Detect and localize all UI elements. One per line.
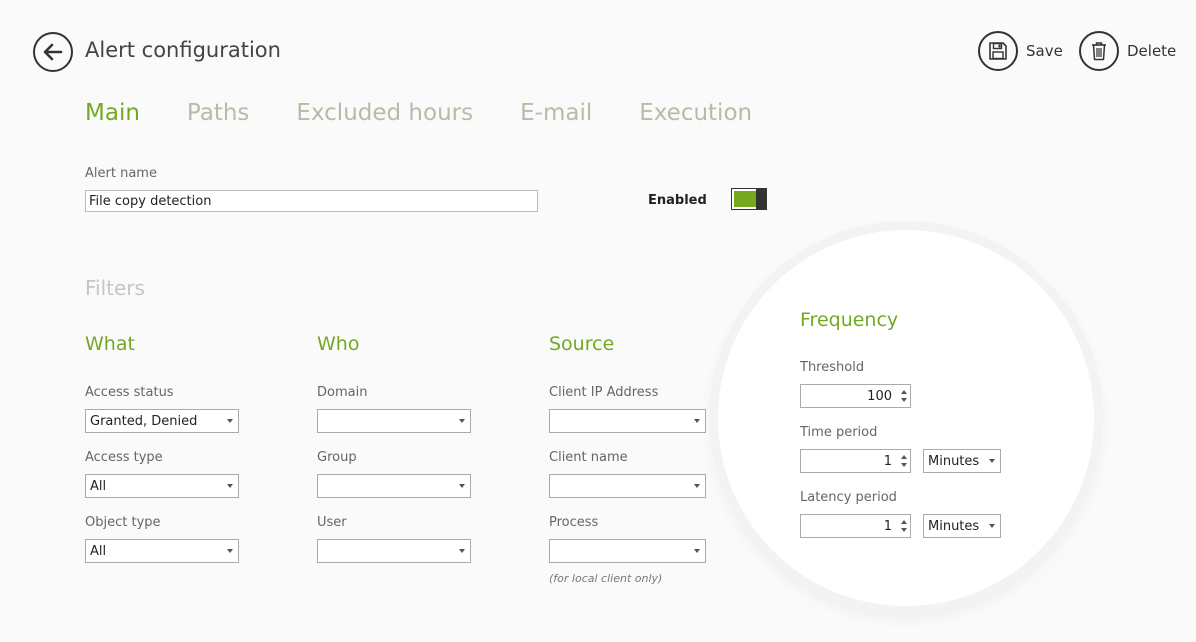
latency-period-unit-value: Minutes	[928, 519, 980, 534]
chevron-down-icon	[459, 484, 465, 488]
save-button[interactable]: Save	[978, 31, 1063, 71]
client-ip-label: Client IP Address	[549, 385, 659, 400]
toggle-fill	[734, 191, 756, 207]
latency-period-stepper[interactable]: 1	[800, 514, 911, 538]
process-label: Process	[549, 515, 599, 530]
filters-heading: Filters	[85, 276, 145, 300]
time-period-unit-value: Minutes	[928, 454, 980, 469]
latency-period-unit-dropdown[interactable]: Minutes	[923, 514, 1001, 538]
save-label: Save	[1026, 42, 1063, 60]
user-label: User	[317, 515, 347, 530]
domain-label: Domain	[317, 385, 368, 400]
time-period-label: Time period	[800, 425, 878, 440]
tab-bar: Main Paths Excluded hours E-mail Executi…	[85, 100, 799, 126]
enabled-toggle[interactable]	[731, 188, 767, 210]
time-period-stepper[interactable]: 1	[800, 449, 911, 473]
delete-label: Delete	[1127, 42, 1177, 60]
who-heading: Who	[317, 333, 360, 355]
toggle-knob	[756, 189, 766, 209]
enabled-label: Enabled	[648, 193, 707, 208]
back-button[interactable]	[33, 32, 73, 72]
spin-up-icon[interactable]	[901, 455, 907, 459]
latency-period-value: 1	[883, 519, 892, 534]
tab-execution[interactable]: Execution	[639, 100, 752, 126]
client-name-dropdown[interactable]	[549, 474, 706, 498]
spin-down-icon[interactable]	[901, 398, 907, 402]
process-dropdown[interactable]	[549, 539, 706, 563]
time-period-unit-dropdown[interactable]: Minutes	[923, 449, 1001, 473]
time-period-value: 1	[883, 454, 892, 469]
chevron-down-icon	[989, 524, 995, 528]
chevron-down-icon	[227, 484, 233, 488]
spin-down-icon[interactable]	[901, 463, 907, 467]
domain-dropdown[interactable]	[317, 409, 471, 433]
process-note: (for local client only)	[549, 572, 663, 585]
tab-paths[interactable]: Paths	[187, 100, 250, 126]
access-status-value: Granted, Denied	[90, 414, 198, 429]
what-heading: What	[85, 333, 135, 355]
object-type-dropdown[interactable]: All	[85, 539, 239, 563]
save-icon	[978, 31, 1018, 71]
group-dropdown[interactable]	[317, 474, 471, 498]
chevron-down-icon	[459, 549, 465, 553]
latency-period-label: Latency period	[800, 490, 897, 505]
client-ip-dropdown[interactable]	[549, 409, 706, 433]
user-dropdown[interactable]	[317, 539, 471, 563]
chevron-down-icon	[694, 549, 700, 553]
threshold-label: Threshold	[800, 360, 865, 375]
chevron-down-icon	[227, 419, 233, 423]
frequency-panel	[718, 230, 1094, 606]
group-label: Group	[317, 450, 357, 465]
chevron-down-icon	[227, 549, 233, 553]
access-status-label: Access status	[85, 385, 174, 400]
alert-name-label: Alert name	[85, 166, 157, 181]
tab-email[interactable]: E-mail	[520, 100, 592, 126]
access-type-dropdown[interactable]: All	[85, 474, 239, 498]
alert-name-input[interactable]: File copy detection	[85, 190, 538, 212]
access-status-dropdown[interactable]: Granted, Denied	[85, 409, 239, 433]
client-name-label: Client name	[549, 450, 628, 465]
tab-excluded-hours[interactable]: Excluded hours	[296, 100, 473, 126]
frequency-heading: Frequency	[800, 309, 899, 331]
tab-main[interactable]: Main	[85, 100, 140, 126]
chevron-down-icon	[694, 419, 700, 423]
access-type-label: Access type	[85, 450, 163, 465]
object-type-value: All	[90, 544, 107, 559]
access-type-value: All	[90, 479, 107, 494]
chevron-down-icon	[989, 459, 995, 463]
threshold-stepper[interactable]: 100	[800, 384, 911, 408]
delete-button[interactable]: Delete	[1079, 31, 1176, 71]
chevron-down-icon	[459, 419, 465, 423]
trash-icon	[1079, 31, 1119, 71]
spin-down-icon[interactable]	[901, 528, 907, 532]
source-heading: Source	[549, 333, 615, 355]
spin-up-icon[interactable]	[901, 520, 907, 524]
arrow-left-icon	[43, 43, 63, 61]
spin-up-icon[interactable]	[901, 390, 907, 394]
chevron-down-icon	[694, 484, 700, 488]
page-title: Alert configuration	[85, 38, 281, 62]
object-type-label: Object type	[85, 515, 161, 530]
threshold-value: 100	[867, 389, 892, 404]
